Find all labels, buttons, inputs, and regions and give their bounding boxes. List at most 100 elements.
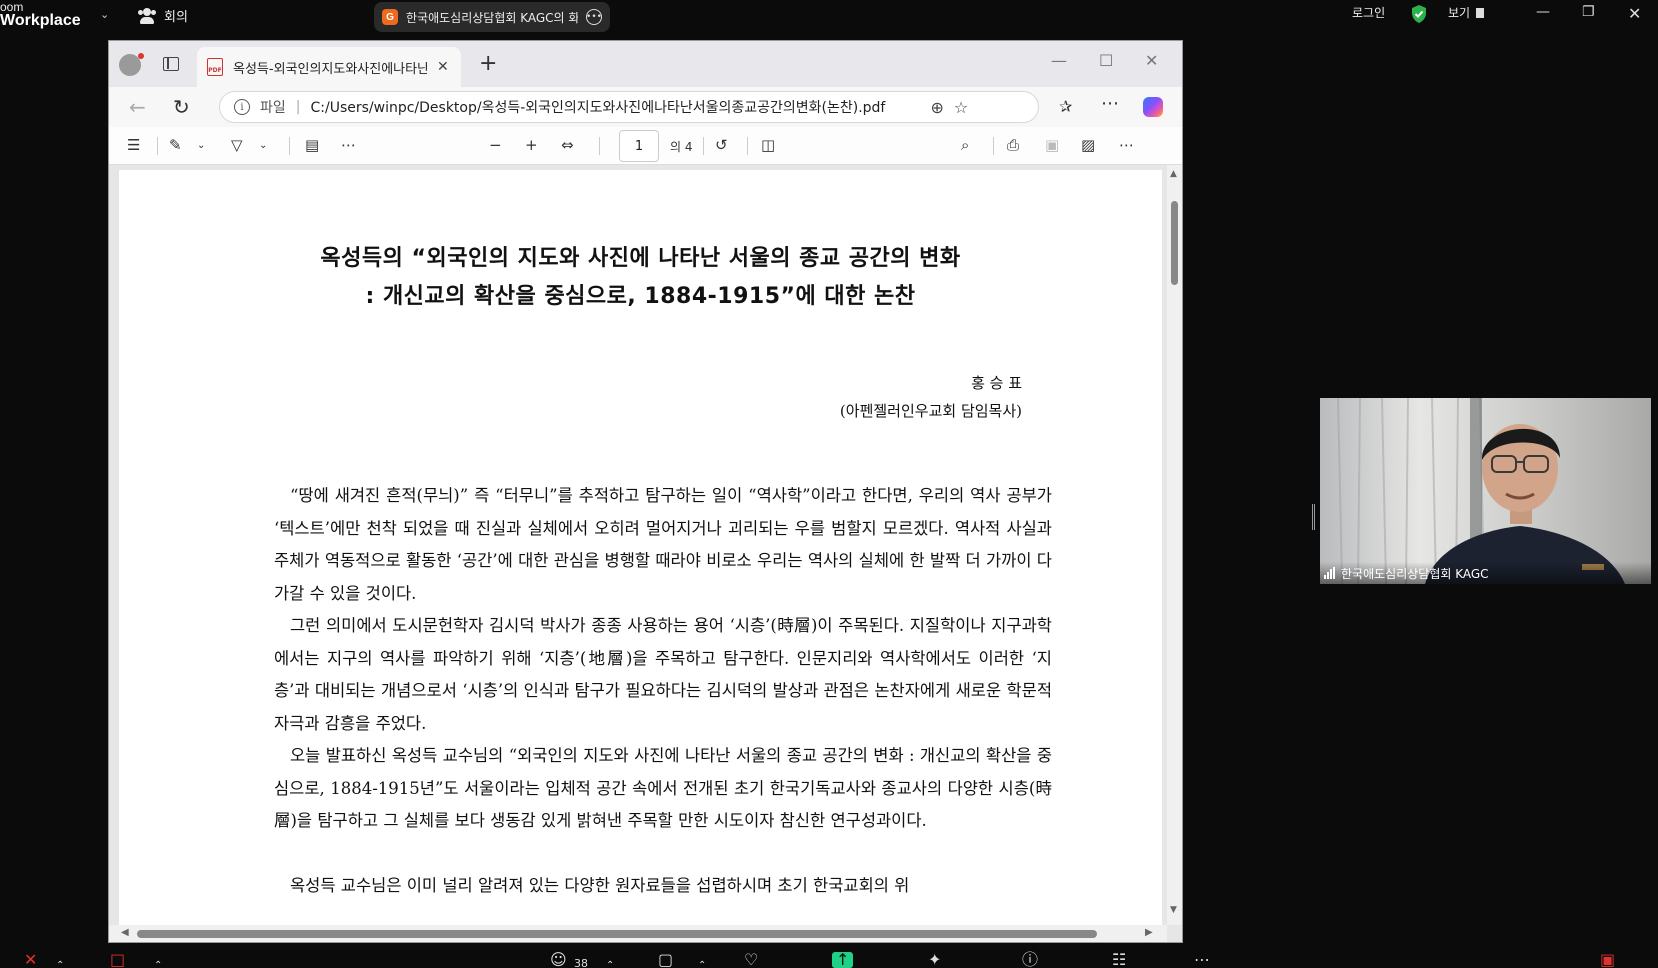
- info-icon[interactable]: i: [234, 99, 250, 115]
- pdf-page: 옥성득의 “외국인의 지도와 사진에 나타난 서울의 종교 공간의 변화 : 개…: [119, 170, 1162, 940]
- address-url: C:/Users/winpc/Desktop/옥성득-외국인의지도와사진에나타난…: [310, 100, 886, 116]
- favorites-icon[interactable]: ✰: [1059, 97, 1072, 116]
- browser-close-icon[interactable]: ✕: [1145, 51, 1158, 70]
- people-icon: [138, 7, 156, 24]
- chat-chevron-icon[interactable]: ⌃: [698, 958, 706, 968]
- audio-options-chevron-icon[interactable]: ⌃: [56, 958, 64, 968]
- participants-icon[interactable]: ☺: [550, 952, 567, 968]
- security-shield-icon[interactable]: [1410, 4, 1428, 24]
- zoom-in-icon[interactable]: +: [525, 136, 538, 154]
- scroll-left-icon[interactable]: ◀: [121, 927, 129, 938]
- print-icon[interactable]: ⎙: [1007, 136, 1019, 154]
- info-icon[interactable]: ⓘ: [1022, 952, 1038, 968]
- tab-pdf-document[interactable]: PDF 옥성득-외국인의지도와사진에나타난서울의종교공간의변화 ✕: [197, 47, 461, 87]
- shared-browser-window: PDF 옥성득-외국인의지도와사진에나타난서울의종교공간의변화 ✕ + — ☐ …: [108, 40, 1183, 943]
- restore-icon[interactable]: ❐: [1582, 4, 1595, 20]
- split-resize-handle[interactable]: [1312, 504, 1315, 530]
- new-tab-icon[interactable]: +: [479, 51, 497, 76]
- highlight-chevron-down-icon[interactable]: ⌄: [197, 140, 205, 151]
- signal-strength-icon: [1324, 567, 1335, 579]
- paragraph: 옥성득 교수님은 이미 널리 알려져 있는 다양한 원자료들을 섭렵하시며 초기…: [290, 876, 910, 895]
- horizontal-scroll-thumb[interactable]: [137, 930, 1097, 938]
- more-tools-icon[interactable]: ⋯: [341, 136, 356, 154]
- author-affiliation: (아펜젤러인우교회 담임목사): [839, 402, 1022, 420]
- apps-icon[interactable]: ☷: [1112, 952, 1126, 968]
- participants-chevron-icon[interactable]: ⌃: [606, 958, 614, 968]
- save-icon[interactable]: ▣: [1045, 136, 1059, 154]
- fit-to-width-icon[interactable]: ⇔: [561, 136, 574, 154]
- favorite-star-icon[interactable]: ☆: [954, 98, 968, 117]
- address-input[interactable]: i 파일 | C:/Users/winpc/Desktop/옥성득-외국인의지도…: [219, 91, 1039, 123]
- participants-count: 38: [574, 957, 588, 968]
- tab-title: 옥성득-외국인의지도와사진에나타난서울의종교공간의변화: [233, 61, 427, 77]
- participant-video-tile[interactable]: 한국애도심리상담협회 KAGC: [1320, 398, 1651, 584]
- draw-chevron-down-icon[interactable]: ⌄: [259, 140, 267, 151]
- browser-maximize-icon[interactable]: ☐: [1099, 51, 1113, 70]
- scroll-down-icon[interactable]: ▼: [1170, 905, 1177, 915]
- more-icon[interactable]: ⋯: [1194, 952, 1210, 968]
- more-options-icon[interactable]: ⋯: [1119, 136, 1134, 154]
- minimize-icon[interactable]: —: [1536, 4, 1550, 20]
- screen-share-tab[interactable]: G 한국애도심리상담협회 KAGC의 화면 •••: [374, 2, 610, 32]
- copilot-icon[interactable]: [1143, 97, 1163, 117]
- meeting-tab[interactable]: 회의: [138, 6, 188, 25]
- document-title-line2: : 개신교의 확산을 중심으로, 1884-1915”에 대한 논찬: [365, 284, 916, 309]
- chat-icon[interactable]: ▢: [658, 952, 673, 968]
- view-label: 보기: [1448, 6, 1471, 20]
- vertical-scrollbar[interactable]: ▲ ▼: [1167, 165, 1182, 925]
- tab-actions-icon[interactable]: [163, 57, 179, 71]
- read-aloud-icon[interactable]: ▤: [305, 136, 319, 154]
- tab-bar: PDF 옥성득-외국인의지도와사진에나타난서울의종교공간의변화 ✕ + — ☐ …: [109, 41, 1182, 87]
- more-options-icon[interactable]: •••: [586, 9, 602, 25]
- paragraph: 그런 의미에서 도시문헌학자 김시덕 박사가 종종 사용하는 용어 ‘시층’(時…: [274, 616, 1052, 733]
- refresh-icon[interactable]: ↻: [173, 95, 190, 119]
- login-button[interactable]: 로그인: [1352, 4, 1385, 21]
- share-screen-icon[interactable]: ↑: [832, 952, 854, 968]
- address-scheme: 파일: [260, 100, 286, 116]
- close-icon[interactable]: ✕: [1628, 4, 1641, 23]
- profile-avatar[interactable]: [119, 53, 144, 76]
- leave-icon[interactable]: ▣: [1600, 952, 1615, 968]
- pdf-viewer[interactable]: 옥성득의 “외국인의 지도와 사진에 나타난 서울의 종교 공간의 변화 : 개…: [109, 165, 1182, 942]
- paragraph: 오늘 발표하신 옥성득 교수님의 “외국인의 지도와 사진에 나타난 서울의 종…: [274, 746, 1052, 830]
- settings-more-icon[interactable]: ⋯: [1101, 93, 1119, 114]
- draw-icon[interactable]: ▽: [231, 136, 243, 154]
- page-total: 의 4: [670, 140, 693, 154]
- search-icon[interactable]: ⌕: [961, 136, 969, 154]
- participant-name-label: 한국애도심리상담협회 KAGC: [1320, 562, 1651, 584]
- chevron-down-icon[interactable]: ⌄: [100, 8, 109, 21]
- document-title-line1: 옥성득의 “외국인의 지도와 사진에 나타난 서울의 종교 공간의 변화: [320, 246, 961, 271]
- close-tab-icon[interactable]: ✕: [437, 59, 449, 75]
- browser-minimize-icon[interactable]: —: [1051, 51, 1067, 70]
- toolbar-divider: [703, 137, 704, 155]
- zoom-bottom-toolbar: ✕ ⌃ □ ⌃ ☺ 38 ⌃ ▢ ⌃ ♡ ↑ ✦ ⓘ ☷ ⋯ ▣: [0, 944, 1658, 968]
- address-separator: |: [295, 99, 301, 115]
- mic-muted-icon[interactable]: ✕: [24, 952, 37, 968]
- participant-name: 한국애도심리상담협회 KAGC: [1341, 566, 1489, 581]
- view-button[interactable]: 보기: [1448, 4, 1485, 21]
- pdf-file-icon: PDF: [207, 58, 223, 76]
- save-as-icon[interactable]: ▨: [1081, 136, 1095, 154]
- back-arrow-icon[interactable]: ←: [129, 95, 146, 119]
- zoom-top-bar: oom Workplace ⌄ 회의 G 한국애도심리상담협회 KAGC의 화면…: [0, 0, 1658, 32]
- page-view-icon[interactable]: ◫: [761, 136, 775, 154]
- address-bar-row: ← ↻ i 파일 | C:/Users/winpc/Desktop/옥성득-외국…: [109, 87, 1182, 127]
- sharer-avatar-icon: G: [382, 9, 398, 25]
- video-off-icon[interactable]: □: [110, 952, 125, 968]
- table-of-contents-icon[interactable]: ☰: [127, 136, 140, 154]
- toolbar-divider: [747, 137, 748, 155]
- scroll-right-icon[interactable]: ▶: [1145, 927, 1153, 938]
- toolbar-divider: [993, 137, 994, 155]
- horizontal-scrollbar[interactable]: ◀ ▶: [109, 925, 1167, 942]
- zoom-magnifier-icon[interactable]: ⊕: [930, 98, 943, 117]
- highlight-icon[interactable]: ✎: [169, 136, 182, 154]
- scroll-up-icon[interactable]: ▲: [1170, 169, 1177, 179]
- reactions-icon[interactable]: ♡: [744, 952, 758, 968]
- rotate-icon[interactable]: ↺: [715, 136, 728, 154]
- ai-companion-icon[interactable]: ✦: [928, 952, 941, 968]
- page-number-input[interactable]: 1: [619, 130, 659, 162]
- vertical-scroll-thumb[interactable]: [1171, 201, 1178, 285]
- toolbar-divider: [599, 137, 600, 155]
- zoom-out-icon[interactable]: −: [489, 136, 502, 154]
- video-options-chevron-icon[interactable]: ⌃: [154, 958, 162, 968]
